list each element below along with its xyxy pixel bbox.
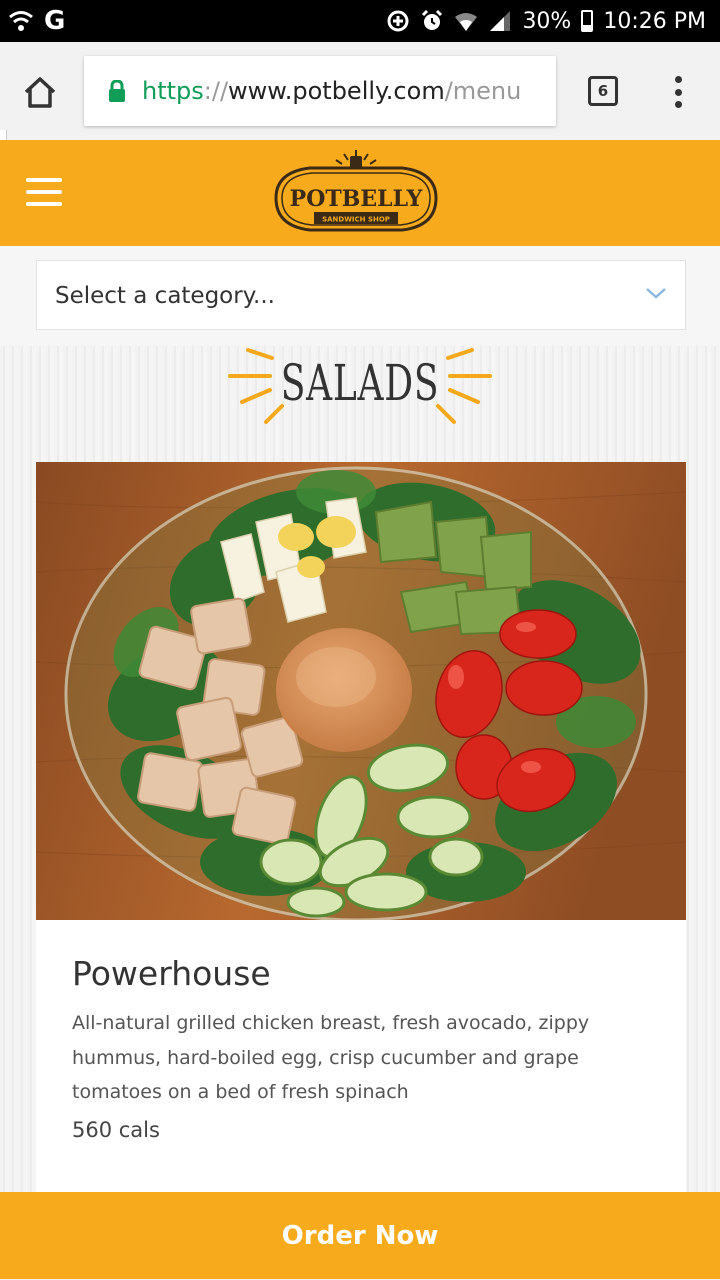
chevron-down-icon <box>646 288 666 299</box>
url-separator: :// <box>203 77 229 105</box>
status-icons-right: 30% 10:26 PM <box>386 6 706 36</box>
menu-item-calories: 560 cals <box>72 1118 160 1142</box>
home-icon[interactable] <box>20 72 60 112</box>
battery-percent: 30% <box>522 8 572 34</box>
site-header: POTBELLY SANDWICH SHOP <box>0 140 720 246</box>
menu-item-name: Powerhouse <box>72 954 271 993</box>
url-text: https://www.potbelly.com/menu <box>142 77 521 105</box>
potbelly-logo[interactable]: POTBELLY SANDWICH SHOP <box>270 146 442 238</box>
category-select[interactable]: Select a category... <box>36 260 686 330</box>
section-title: SALADS <box>280 354 440 412</box>
tab-switcher-button[interactable]: 6 <box>588 76 618 106</box>
address-bar[interactable]: https://www.potbelly.com/menu <box>84 56 556 126</box>
status-icons-left: G <box>8 6 65 36</box>
hamburger-menu-icon[interactable] <box>26 178 62 206</box>
url-scheme: https <box>142 77 204 105</box>
status-bar: G 30% 10:26 PM <box>0 0 720 42</box>
overflow-menu-icon[interactable] <box>668 72 688 112</box>
logo-wordmark: POTBELLY <box>290 186 423 212</box>
alarm-icon <box>422 9 443 30</box>
category-select-value: Select a category... <box>55 283 275 309</box>
data-saver-icon <box>387 10 409 32</box>
clock: 10:26 PM <box>603 8 706 34</box>
lock-icon <box>109 80 125 102</box>
menu-item-card[interactable]: Powerhouse All-natural grilled chicken b… <box>36 462 686 1222</box>
category-select-wrapper: Select a category... <box>0 246 720 346</box>
url-path: /menu <box>444 77 522 105</box>
salad-photo <box>36 462 686 920</box>
google-icon: G <box>44 6 66 36</box>
wifi-icon <box>455 13 478 31</box>
logo-tagline: SANDWICH SHOP <box>322 216 390 224</box>
menu-item-description: All-natural grilled chicken breast, fres… <box>72 1012 590 1103</box>
signal-icon <box>490 11 511 31</box>
battery-icon <box>581 10 594 32</box>
url-host: www.potbelly.com <box>228 77 445 105</box>
browser-toolbar: https://www.potbelly.com/menu 6 <box>0 42 720 140</box>
order-now-button[interactable]: Order Now <box>0 1192 720 1279</box>
vpn-icon <box>9 11 33 31</box>
